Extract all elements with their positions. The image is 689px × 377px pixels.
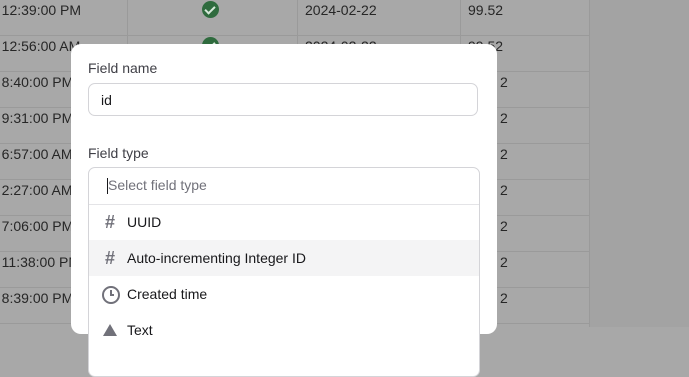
clock-icon <box>102 286 120 304</box>
field-type-label: Field type <box>88 145 149 161</box>
number-cell: 2 <box>500 254 508 270</box>
hash-icon: # <box>104 248 115 268</box>
hash-icon: # <box>104 212 115 232</box>
option-label: Text <box>127 322 153 338</box>
side-panel <box>589 0 689 327</box>
number-cell: 2 <box>500 110 508 126</box>
number-cell: 2 <box>500 74 508 90</box>
option-text[interactable]: Text <box>89 312 479 348</box>
option-label: UUID <box>127 214 162 230</box>
number-cell: 99.52 <box>468 2 504 18</box>
option-label: Created time <box>127 286 208 302</box>
option-uuid[interactable]: # UUID <box>89 204 479 240</box>
field-name-input[interactable]: id <box>88 83 478 116</box>
date-cell: 2024-02-22 <box>305 2 377 18</box>
number-cell: 2 <box>500 218 508 234</box>
time-cell: 3 11:38:00 PM <box>0 254 81 270</box>
table-row[interactable]: 3 12:39:00 PM 2024-02-22 99.52 <box>0 0 589 36</box>
time-cell: 3 2:27:00 AM <box>0 182 73 198</box>
time-cell: 3 12:56:00 AM <box>0 38 81 54</box>
time-cell: 3 6:57:00 AM <box>0 146 73 162</box>
time-cell: 3 8:39:00 PM <box>0 290 74 306</box>
time-cell: 3 8:40:00 PM <box>0 74 74 90</box>
option-created-time[interactable]: Created time <box>89 276 479 312</box>
number-cell: 2 <box>500 290 508 306</box>
field-type-combobox[interactable]: Select field type # UUID # Auto-incremen… <box>88 167 480 377</box>
time-cell: 3 7:06:00 PM <box>0 218 74 234</box>
field-name-value: id <box>101 92 112 108</box>
check-circle-icon[interactable] <box>202 1 219 18</box>
number-cell: 2 <box>500 146 508 162</box>
field-type-search[interactable]: Select field type <box>89 168 479 205</box>
time-cell: 3 9:31:00 PM <box>0 110 74 126</box>
option-label: Auto-incrementing Integer ID <box>127 250 306 266</box>
number-cell: 2 <box>500 182 508 198</box>
option-auto-increment-id[interactable]: # Auto-incrementing Integer ID <box>89 240 479 276</box>
field-type-placeholder: Select field type <box>108 177 207 193</box>
time-cell: 3 12:39:00 PM <box>0 2 82 18</box>
add-field-dialog: Field name id Field type Select field ty… <box>71 44 497 377</box>
text-icon <box>103 324 117 336</box>
field-name-label: Field name <box>88 60 158 76</box>
